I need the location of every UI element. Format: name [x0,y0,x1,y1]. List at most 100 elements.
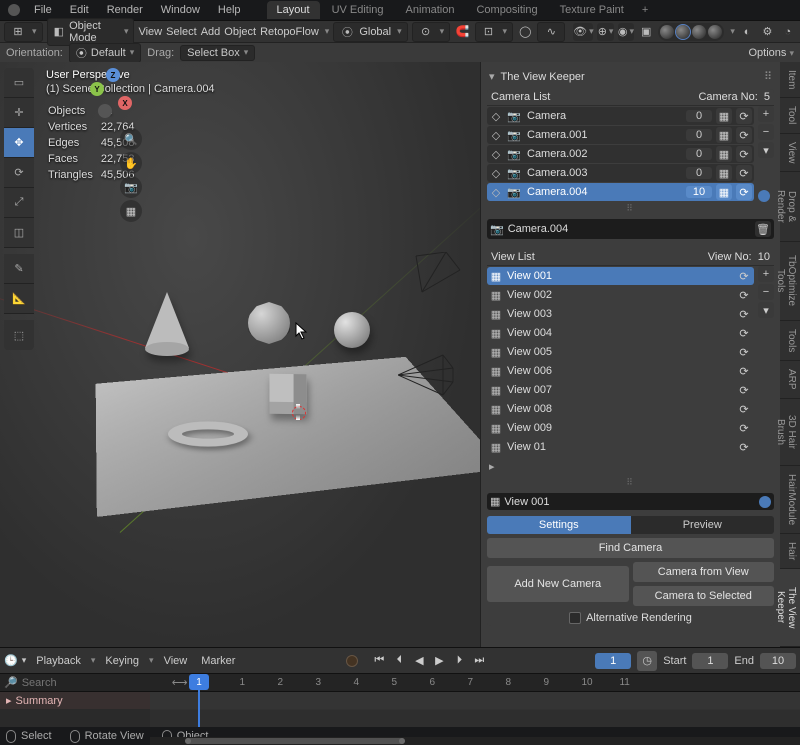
shading-wireframe-icon[interactable] [660,25,674,39]
menu-file[interactable]: File [26,2,60,18]
camera-list[interactable]: ◇ 📷 Camera 0 ▦ ⟳◇ 📷 Camera.001 0 ▦ ⟳ ◇ 📷 … [487,106,754,202]
view-refresh-icon[interactable]: ⟳ [736,401,752,417]
ntab-view[interactable]: View [780,134,800,173]
search-expand-icon[interactable]: ⟷ [172,676,188,689]
ntab-item[interactable]: Item [780,62,800,98]
view-refresh-icon[interactable]: ⟳ [736,439,752,455]
remove-camera-row-button[interactable]: − [758,124,774,140]
active-camera-field[interactable]: 📷 Camera.004 🗑 [487,219,774,239]
camera-grid-icon[interactable]: ▦ [716,146,732,162]
tab-settings[interactable]: Settings [487,516,631,534]
camera-to-selected-button[interactable]: Camera to Selected [633,586,775,606]
play-button[interactable]: ▶ [430,652,448,670]
camera-row[interactable]: ◇ 📷 Camera.003 0 ▦ ⟳ [487,164,754,182]
jump-end-button[interactable]: ⏭ [470,652,488,670]
add-new-camera-button[interactable]: Add New Camera [487,566,629,602]
tool-transform[interactable]: ◫ [4,218,34,248]
camera-list-drag-handle[interactable]: ⠿ [487,202,774,215]
proportional-selector[interactable]: ∿ [537,22,565,42]
camera-from-view-button[interactable]: Camera from View [633,562,775,582]
snap-selector[interactable]: ⊡▾ [475,22,514,42]
active-view-field[interactable]: ▦ View 001 [487,493,774,510]
workspace-tab-layout[interactable]: Layout [267,1,320,19]
camera-wire-2[interactable] [414,252,464,298]
view-refresh-icon[interactable]: ⟳ [736,325,752,341]
extra-c-icon[interactable]: ◔ [780,23,796,41]
preview-range-toggle[interactable]: ◷ [637,651,657,671]
view-row[interactable]: ▦ View 002 ⟳ [487,286,754,304]
camera-views-count[interactable]: 0 [686,167,712,179]
3d-viewport[interactable]: ▭ ✛ ✥ ⟳ ⤢ ◫ ✎ 📐 ⬚ User Perspective (1) S… [0,62,480,647]
axis-x-icon[interactable]: X [118,96,132,110]
axis-neg-icon[interactable] [98,104,112,118]
dopesheet-search-input[interactable] [22,677,164,689]
view-row[interactable]: ▦ View 006 ⟳ [487,362,754,380]
ntab-hairmodule[interactable]: HairModule [780,466,800,534]
editor-type-selector[interactable]: ⊞▾ [4,22,43,42]
camera-row[interactable]: ◇ 📷 Camera.004 10 ▦ ⟳ [487,183,754,201]
shading-material-icon[interactable] [692,25,706,39]
view-refresh-icon[interactable]: ⟳ [736,268,752,284]
menu-render[interactable]: Render [99,2,151,18]
view-row[interactable]: ▦ View 005 ⟳ [487,343,754,361]
cone-object[interactable] [145,292,189,348]
zoom-gizmo-icon[interactable]: 🔍 [120,128,142,150]
xray-toggle[interactable]: ▣ [638,23,654,41]
tool-move[interactable]: ✥ [4,128,34,158]
frame-ruler[interactable]: 01234567891011 [191,674,796,691]
ntab-3d-hair-brush[interactable]: 3D Hair Brush [780,399,800,466]
orientation-selector[interactable]: ⦿Global▾ [333,22,407,42]
alt-rendering-checkbox[interactable] [569,612,581,624]
menu-object[interactable]: Object [224,26,256,38]
menu-edit[interactable]: Edit [62,2,97,18]
camera-grid-icon[interactable]: ▦ [716,108,732,124]
tool-select-box[interactable]: ▭ [4,68,34,98]
mode-selector[interactable]: ◧Object Mode▾ [47,18,135,46]
workspace-tab-compositing[interactable]: Compositing [466,1,547,19]
view-refresh-icon[interactable]: ⟳ [736,344,752,360]
view-row[interactable]: ▦ View 004 ⟳ [487,324,754,342]
jump-start-button[interactable]: ⏮ [370,652,388,670]
view-row[interactable]: ▦ View 008 ⟳ [487,400,754,418]
menu-select[interactable]: Select [166,26,197,38]
menu-add[interactable]: Add [201,26,221,38]
timeline-editor-selector[interactable]: 🕒▾ [4,654,26,667]
view-play[interactable]: ▸ [487,457,774,476]
pivot-selector[interactable]: ⊙▾ [412,22,451,42]
camera-list-menu[interactable]: ▾ [758,142,774,158]
view-refresh-icon[interactable]: ⟳ [736,287,752,303]
menu-view[interactable]: View [138,26,162,38]
camera-refresh-icon[interactable]: ⟳ [736,184,752,200]
add-view-row-button[interactable]: + [758,266,774,282]
proportional-edit-toggle[interactable]: ◯ [517,23,533,41]
dopesheet-scrollbar[interactable] [150,737,800,745]
view-row[interactable]: ▦ View 01 ⟳ [487,438,754,456]
view-list-drag-handle[interactable]: ⠿ [487,476,774,489]
camera-views-count[interactable]: 0 [686,129,712,141]
camera-views-count[interactable]: 0 [686,148,712,160]
view-list[interactable]: ▦ View 001 ⟳▦ View 002 ⟳▦ View 003 ⟳▦ Vi… [487,266,754,457]
snap-toggle[interactable]: 🧲 [454,23,470,41]
playhead[interactable]: 1 [198,674,200,727]
tool-cursor[interactable]: ✛ [4,98,34,128]
dopesheet-graph[interactable]: 1 [150,692,800,727]
tool-rotate[interactable]: ⟳ [4,158,34,188]
end-frame-field[interactable]: 10 [760,653,796,669]
shading-options[interactable]: ▾ [730,26,735,37]
ntab-tools[interactable]: Tools [780,321,800,361]
start-frame-field[interactable]: 1 [692,653,728,669]
camera-gizmo-icon[interactable]: 📷 [120,176,142,198]
icosphere-object[interactable] [248,302,290,344]
overlay-toggle[interactable]: ◉▾ [618,23,634,41]
ntab-arp[interactable]: ARP [780,361,800,399]
perspective-gizmo-icon[interactable]: ▦ [120,200,142,222]
dopesheet-channels[interactable]: ▸Summary [0,692,150,727]
camera-row[interactable]: ◇ 📷 Camera.001 0 ▦ ⟳ [487,126,754,144]
extra-b-icon[interactable]: ⚙ [759,23,775,41]
tool-measure[interactable]: 📐 [4,284,34,314]
options-dropdown[interactable]: Options ▾ [748,47,794,59]
ntab-drop-render[interactable]: Drop & Render [780,172,800,242]
camera-grid-icon[interactable]: ▦ [716,165,732,181]
panel-options-icon[interactable]: ⠿ [764,70,772,83]
camera-row[interactable]: ◇ 📷 Camera 0 ▦ ⟳ [487,107,754,125]
